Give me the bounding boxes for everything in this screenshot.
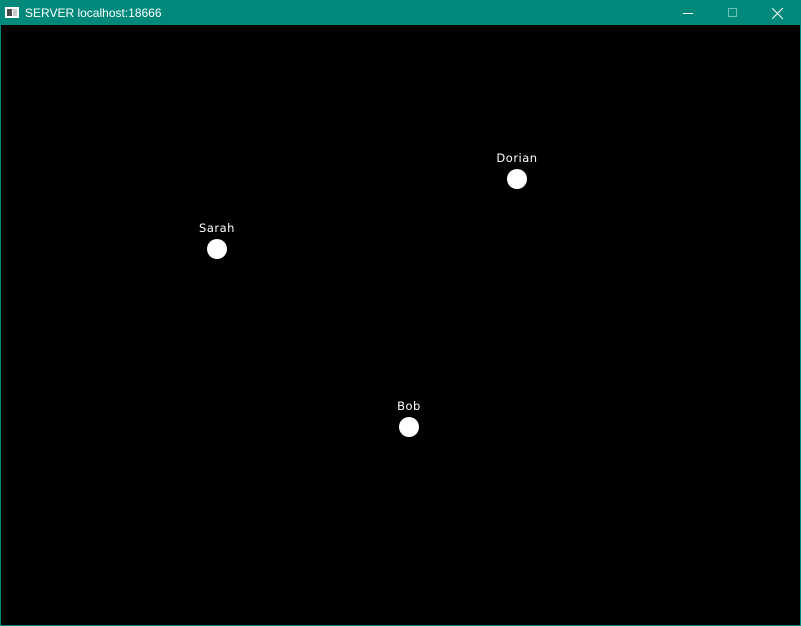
player-dot [399,417,419,437]
player-bob: Bob [369,399,449,449]
player-name-label: Bob [397,399,421,413]
player-dot [507,169,527,189]
maximize-button[interactable] [710,1,755,25]
minimize-icon [683,13,693,14]
player-dorian: Dorian [477,151,557,201]
maximize-icon [728,8,737,17]
close-button[interactable] [755,1,800,25]
minimize-button[interactable] [665,1,710,25]
server-window: SERVER localhost:18666 Dorian Sarah Bob [0,0,801,626]
player-sarah: Sarah [177,221,257,271]
player-name-label: Sarah [199,221,235,235]
player-name-label: Dorian [496,151,538,165]
title-bar[interactable]: SERVER localhost:18666 [1,1,800,25]
player-dot [207,239,227,259]
close-icon [771,7,784,20]
window-title: SERVER localhost:18666 [25,6,162,20]
app-window-icon[interactable] [5,7,19,18]
game-canvas[interactable]: Dorian Sarah Bob [1,25,800,625]
